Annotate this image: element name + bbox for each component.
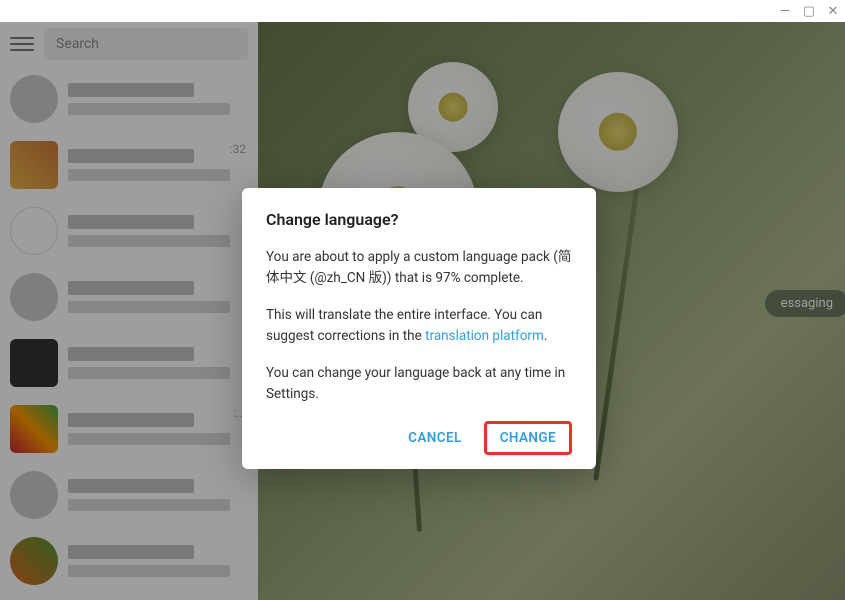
app-root: Search :32 [0, 22, 845, 600]
dialog-paragraph: You are about to apply a custom language… [266, 247, 572, 289]
status-badge: essaging [765, 290, 845, 317]
cancel-button[interactable]: CANCEL [392, 421, 478, 455]
dialog-paragraph: This will translate the entire interface… [266, 305, 572, 347]
modal-backdrop [0, 22, 258, 600]
window-minimize-button[interactable]: — [779, 5, 791, 17]
translation-platform-link[interactable]: translation platform [425, 328, 544, 344]
dialog-title: Change language? [266, 210, 572, 229]
change-button[interactable]: CHANGE [484, 421, 572, 455]
dialog-paragraph: You can change your language back at any… [266, 363, 572, 405]
window-close-button[interactable]: ✕ [827, 5, 839, 17]
dialog-body: You are about to apply a custom language… [266, 247, 572, 405]
dialog-actions: CANCEL CHANGE [266, 421, 572, 455]
change-language-dialog: Change language? You are about to apply … [242, 188, 596, 469]
window-titlebar: — ▢ ✕ [0, 0, 845, 22]
window-maximize-button[interactable]: ▢ [803, 5, 815, 17]
